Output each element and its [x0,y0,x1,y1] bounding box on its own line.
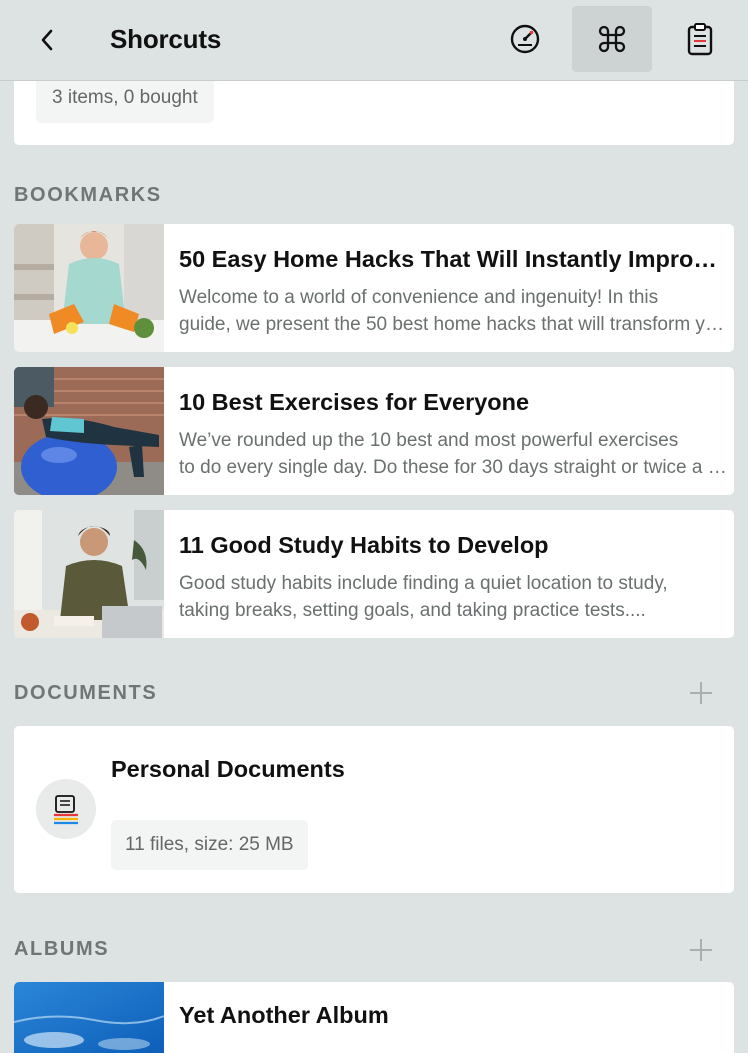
speedometer-icon [510,24,540,54]
exercise-thumbnail [14,367,164,495]
document-folder-card[interactable]: Personal Documents 11 files, size: 25 MB [14,726,734,893]
command-key-icon [598,25,626,53]
album-thumbnail [14,982,164,1053]
bookmark-description: Welcome to a world of convenience and in… [179,287,734,335]
document-folder-title: Personal Documents [111,756,345,782]
command-shortcuts-button[interactable] [572,6,652,72]
study-habits-thumbnail [14,510,164,638]
top-bar: Shorcuts [0,0,748,81]
back-chevron-icon [41,29,53,51]
document-meta-chip: 11 files, size: 25 MB [111,820,308,870]
page-title: Shorcuts [110,24,222,54]
album-title: Yet Another Album [179,1002,389,1028]
home-hacks-thumbnail [14,224,164,352]
clipboard-button[interactable] [660,6,740,72]
clipboard-icon [687,23,713,56]
bookmark-item[interactable]: 50 Easy Home Hacks That Will Instantly I… [14,224,734,352]
album-item[interactable]: Yet Another Album [14,982,734,1053]
bookmark-item[interactable]: 10 Best Exercises for Everyone We’ve rou… [14,367,734,495]
bookmarks-heading: BOOKMARKS [14,184,162,206]
back-button[interactable] [28,20,68,60]
add-album-icon[interactable] [686,935,716,965]
bookmark-description: We’ve rounded up the 10 best and most po… [179,430,734,478]
document-avatar [36,779,96,839]
add-document-icon[interactable] [686,678,716,708]
bookmark-item[interactable]: 11 Good Study Habits to Develop Good stu… [14,510,734,638]
bookmark-title: 11 Good Study Habits to Develop [179,532,549,558]
documents-heading: DOCUMENTS [14,682,158,704]
bookmark-title: 10 Best Exercises for Everyone [179,389,530,415]
bookmark-description: Good study habits include finding a quie… [179,573,668,621]
bookmark-title: 50 Easy Home Hacks That Will Instantly I… [179,246,724,272]
albums-heading: ALBUMS [14,938,110,960]
speedometer-button[interactable] [485,6,565,72]
documents-icon [54,795,78,825]
